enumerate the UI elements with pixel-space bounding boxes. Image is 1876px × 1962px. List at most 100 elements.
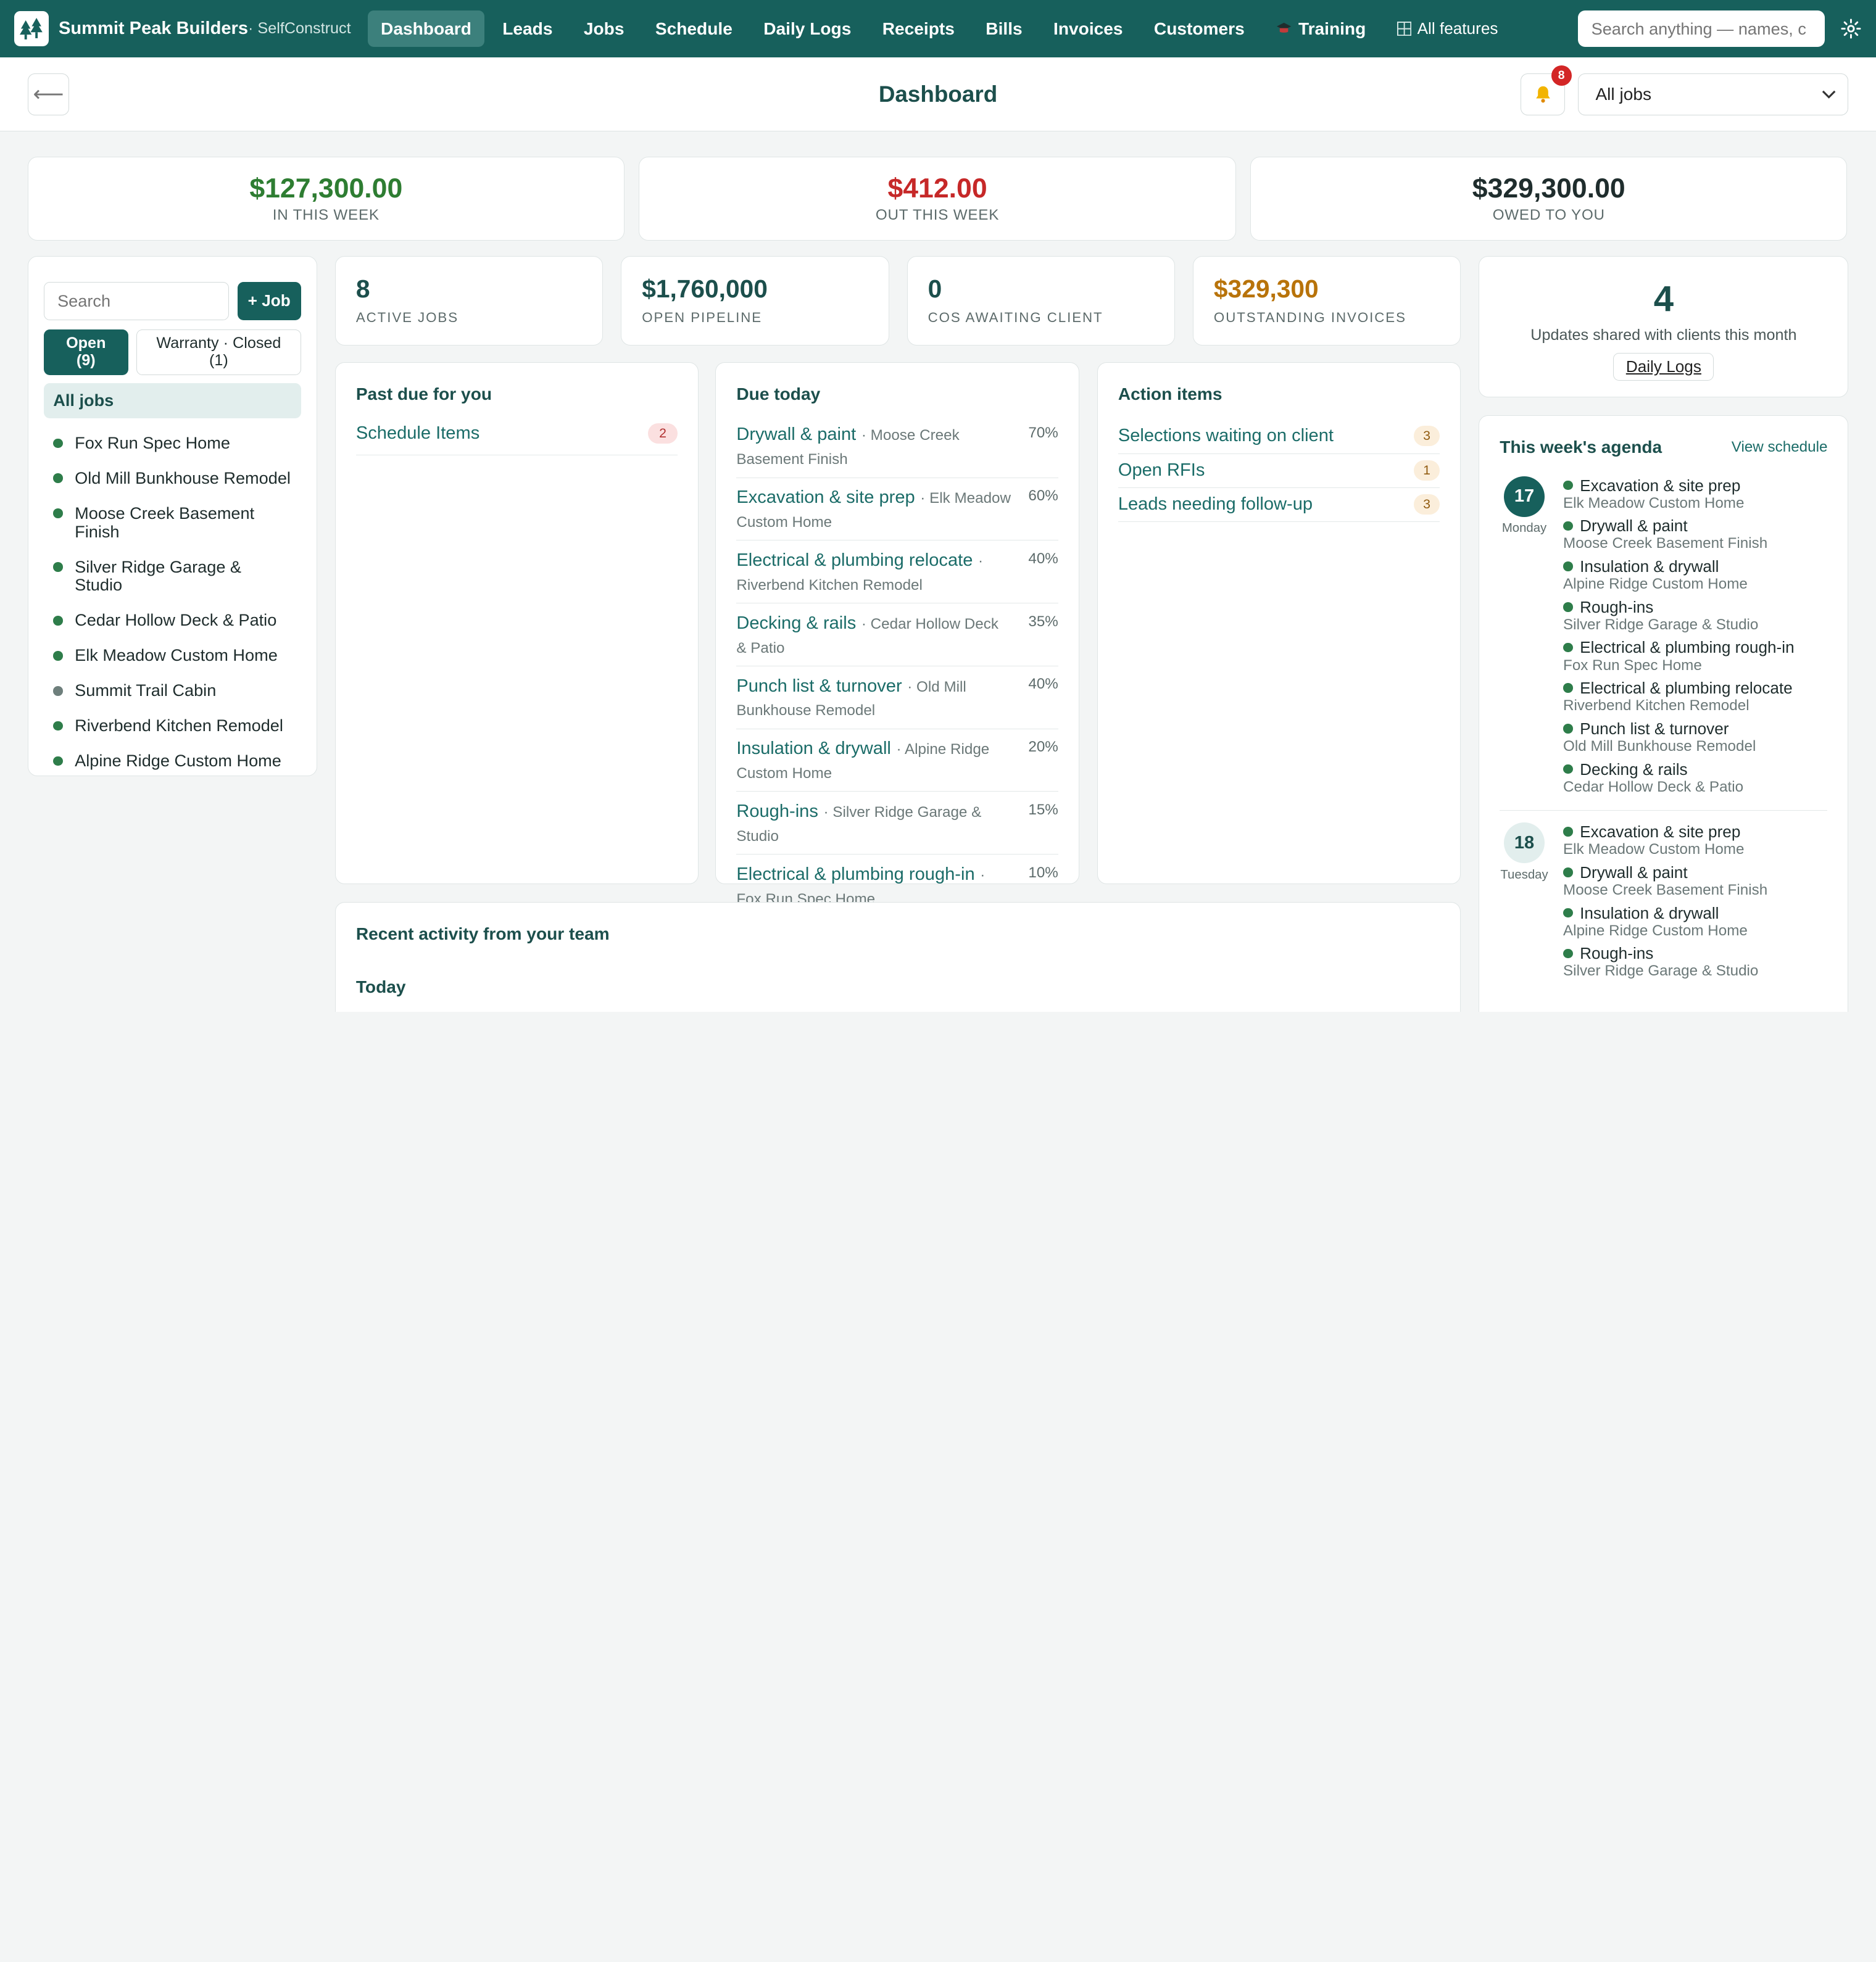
job-search-input[interactable]: [43, 281, 230, 320]
job-filter-select[interactable]: All jobs: [1578, 73, 1849, 115]
nav-all-features-label: All features: [1417, 19, 1498, 38]
sidebar-job-item[interactable]: Moose Creek Basement Finish: [44, 495, 301, 549]
status-dot: [1563, 642, 1573, 653]
nav-invoices[interactable]: Invoices: [1040, 10, 1136, 47]
stat-label: COS AWAITING CLIENT: [928, 309, 1103, 325]
job-name: Riverbend Kitchen Remodel: [75, 716, 283, 735]
agenda-event[interactable]: Drywall & paint Moose Creek Basement Fini…: [1563, 516, 1827, 552]
agenda-event-task: Decking & rails: [1563, 760, 1827, 779]
due-today-item[interactable]: Drywall & paint · Moose Creek Basement F…: [736, 420, 1058, 478]
closed-jobs-tab[interactable]: Warranty · Closed (1): [136, 329, 301, 375]
action-item[interactable]: Leads needing follow-up 3: [1118, 488, 1440, 523]
due-today-item[interactable]: Excavation & site prep · Elk Meadow Cust…: [736, 482, 1058, 541]
agenda-job-name: Cedar Hollow Deck & Patio: [1563, 778, 1744, 795]
past-due-item[interactable]: Schedule Items 2: [355, 416, 678, 455]
due-today-item[interactable]: Decking & rails · Cedar Hollow Deck & Pa…: [736, 608, 1058, 666]
sidebar-job-item[interactable]: Old Mill Bunkhouse Remodel: [44, 460, 301, 495]
panel-title: Recent activity from your team: [355, 924, 610, 943]
due-task-link[interactable]: Insulation & drywall: [736, 739, 891, 758]
past-due-link[interactable]: Schedule Items: [356, 423, 479, 444]
stat-card: 8 ACTIVE JOBS: [334, 255, 604, 346]
job-list: Fox Run Spec Home Old Mill Bunkhouse Remo…: [44, 425, 301, 778]
agenda-event[interactable]: Drywall & paint Moose Creek Basement Fini…: [1563, 863, 1827, 899]
sidebar-job-item[interactable]: Cedar Hollow Deck & Patio: [44, 603, 301, 638]
nav-leads[interactable]: Leads: [489, 10, 566, 47]
due-today-item[interactable]: Electrical & plumbing relocate · Riverbe…: [736, 545, 1058, 604]
due-today-item[interactable]: Punch list & turnover · Old Mill Bunkhou…: [736, 671, 1058, 729]
agenda-event[interactable]: Excavation & site prep Elk Meadow Custom …: [1563, 476, 1827, 512]
view-schedule-link[interactable]: View schedule: [1732, 439, 1828, 456]
open-jobs-tab[interactable]: Open (9): [43, 329, 128, 375]
daily-logs-button[interactable]: Daily Logs: [1613, 352, 1714, 381]
nav-bills[interactable]: Bills: [973, 10, 1036, 47]
back-button[interactable]: ⟵: [27, 73, 70, 115]
due-task-link[interactable]: Punch list & turnover: [736, 676, 902, 696]
brand-logo-icon[interactable]: [14, 11, 49, 46]
due-today-item[interactable]: Insulation & drywall · Alpine Ridge Cust…: [736, 734, 1058, 792]
agenda-job-name: Fox Run Spec Home: [1563, 656, 1702, 674]
nav-schedule[interactable]: Schedule: [642, 10, 746, 47]
closed-tab-count: (1): [209, 351, 228, 369]
grid-icon: [1397, 21, 1411, 36]
status-dot: [53, 562, 63, 572]
nav-daily-logs[interactable]: Daily Logs: [750, 10, 865, 47]
agenda-event[interactable]: Electrical & plumbing rough-in Fox Run Sp…: [1563, 638, 1827, 674]
sidebar-job-item[interactable]: Alpine Ridge Custom Home: [44, 743, 301, 779]
status-dot: [53, 651, 63, 661]
action-item[interactable]: Open RFIs 1: [1118, 454, 1440, 489]
sidebar-job-item[interactable]: Riverbend Kitchen Remodel: [44, 708, 301, 743]
notifications-button[interactable]: 8: [1521, 65, 1572, 115]
nav-receipts[interactable]: Receipts: [869, 10, 968, 47]
sidebar-job-item[interactable]: Fox Run Spec Home: [44, 425, 301, 460]
due-task-link[interactable]: Rough-ins: [736, 801, 818, 821]
due-task-link[interactable]: Electrical & plumbing relocate: [736, 550, 973, 570]
stat-value: $1,760,000: [642, 274, 768, 303]
agenda-event[interactable]: Rough-ins Silver Ridge Garage & Studio: [1563, 944, 1827, 980]
agenda-weekday: Tuesday: [1500, 867, 1548, 882]
due-task-link[interactable]: Electrical & plumbing rough-in: [736, 864, 974, 884]
sidebar-job-item[interactable]: Silver Ridge Garage & Studio: [44, 549, 301, 603]
agenda-event[interactable]: Decking & rails Cedar Hollow Deck & Patio: [1563, 760, 1827, 796]
stat-label: OPEN PIPELINE: [642, 309, 763, 325]
count-badge: 2: [647, 423, 678, 444]
action-item-link[interactable]: Selections waiting on client: [1118, 426, 1334, 446]
agenda-job-name: Elk Meadow Custom Home: [1563, 494, 1745, 511]
job-name: Silver Ridge Garage & Studio: [75, 557, 242, 595]
due-task-link[interactable]: Drywall & paint: [736, 424, 856, 444]
nav-jobs[interactable]: Jobs: [571, 10, 637, 47]
nav-dashboard[interactable]: Dashboard: [367, 10, 485, 48]
nav-training[interactable]: Training: [1263, 10, 1379, 47]
nav-customers[interactable]: Customers: [1141, 10, 1258, 47]
agenda-event[interactable]: Insulation & drywall Alpine Ridge Custom …: [1563, 904, 1827, 940]
money-owed-card: $329,300.00 OWED TO YOU: [1250, 156, 1848, 241]
updates-label: Updates shared with clients this month: [1530, 326, 1797, 344]
global-search-input[interactable]: [1578, 10, 1825, 47]
agenda-event-task: Insulation & drywall: [1563, 557, 1827, 576]
agenda-event[interactable]: Electrical & plumbing relocate Riverbend …: [1563, 679, 1827, 714]
action-item-link[interactable]: Open RFIs: [1118, 460, 1205, 481]
panel-title: Due today: [736, 384, 821, 404]
updates-count: 4: [1653, 278, 1674, 319]
agenda-event[interactable]: Punch list & turnover Old Mill Bunkhouse …: [1563, 719, 1827, 755]
due-today-item[interactable]: Rough-ins · Silver Ridge Garage & Studio…: [736, 797, 1058, 855]
due-task-link[interactable]: Decking & rails: [736, 613, 856, 633]
agenda-event[interactable]: Rough-ins Silver Ridge Garage & Studio: [1563, 598, 1827, 634]
brand-name[interactable]: Summit Peak Builders: [59, 19, 248, 39]
job-filter-value: All jobs: [1595, 84, 1652, 104]
agenda-task-label: Decking & rails: [1580, 760, 1688, 779]
status-dot: [53, 508, 63, 518]
agenda-job-name: Silver Ridge Garage & Studio: [1563, 616, 1759, 633]
agenda-event[interactable]: Excavation & site prep Elk Meadow Custom …: [1563, 822, 1827, 858]
agenda-task-label: Drywall & paint: [1580, 516, 1688, 536]
sidebar-job-item[interactable]: Summit Trail Cabin: [44, 673, 301, 708]
action-item-link[interactable]: Leads needing follow-up: [1118, 494, 1313, 515]
action-item[interactable]: Selections waiting on client 3: [1118, 420, 1440, 454]
add-job-button[interactable]: + Job: [237, 281, 301, 320]
nav-all-features[interactable]: All features: [1384, 10, 1511, 46]
sidebar-job-item[interactable]: Elk Meadow Custom Home: [44, 638, 301, 673]
stat-card: 0 COS AWAITING CLIENT: [907, 255, 1175, 346]
due-task-link[interactable]: Excavation & site prep: [736, 487, 915, 507]
settings-gear-icon[interactable]: [1840, 18, 1862, 39]
all-jobs-item[interactable]: All jobs: [43, 383, 301, 418]
agenda-event[interactable]: Insulation & drywall Alpine Ridge Custom …: [1563, 557, 1827, 593]
